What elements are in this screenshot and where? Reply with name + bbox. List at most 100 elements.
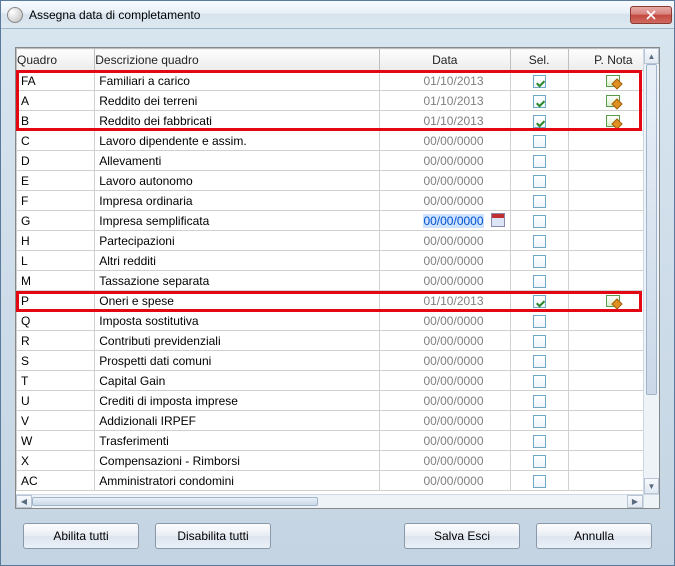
cell-data[interactable]: 00/00/0000 [380, 471, 510, 491]
cell-data[interactable]: 00/00/0000 [380, 451, 510, 471]
checkbox-sel[interactable] [533, 215, 546, 228]
cell-data[interactable]: 00/00/0000 [380, 431, 510, 451]
checkbox-sel[interactable] [533, 455, 546, 468]
cell-data[interactable]: 00/00/0000 [380, 231, 510, 251]
table-row[interactable]: VAddizionali IRPEF00/00/0000 [17, 411, 659, 431]
cell-quadro: H [17, 231, 95, 251]
checkbox-sel[interactable] [533, 95, 546, 108]
cell-descrizione: Tassazione separata [95, 271, 380, 291]
cell-data[interactable]: 00/00/0000 [380, 171, 510, 191]
checkbox-sel[interactable] [533, 115, 546, 128]
note-icon[interactable] [606, 115, 620, 127]
cell-data[interactable]: 00/00/0000 [380, 151, 510, 171]
table-row[interactable]: POneri e spese01/10/2013 [17, 291, 659, 311]
checkbox-sel[interactable] [533, 415, 546, 428]
note-icon[interactable] [606, 295, 620, 307]
cell-descrizione: Reddito dei terreni [95, 91, 380, 111]
col-header-quadro[interactable]: Quadro [17, 49, 95, 71]
table-row[interactable]: TCapital Gain00/00/0000 [17, 371, 659, 391]
checkbox-sel[interactable] [533, 175, 546, 188]
col-header-descrizione[interactable]: Descrizione quadro [95, 49, 380, 71]
col-header-data[interactable]: Data [380, 49, 510, 71]
close-button[interactable] [630, 6, 672, 24]
checkbox-sel[interactable] [533, 335, 546, 348]
table-row[interactable]: ACAmministratori condomini00/00/0000 [17, 471, 659, 491]
checkbox-sel[interactable] [533, 135, 546, 148]
table-row[interactable]: LAltri redditi00/00/0000 [17, 251, 659, 271]
cell-data[interactable]: 00/00/0000 [380, 331, 510, 351]
table-row[interactable]: FImpresa ordinaria00/00/0000 [17, 191, 659, 211]
checkbox-sel[interactable] [533, 295, 546, 308]
cell-sel [510, 311, 568, 331]
checkbox-sel[interactable] [533, 475, 546, 488]
table-row[interactable]: FAFamiliari a carico01/10/2013 [17, 71, 659, 91]
cell-data[interactable]: 01/10/2013 [380, 291, 510, 311]
table-row[interactable]: UCrediti di imposta imprese00/00/0000 [17, 391, 659, 411]
cell-data[interactable]: 00/00/0000 [380, 251, 510, 271]
col-header-sel[interactable]: Sel. [510, 49, 568, 71]
titlebar[interactable]: Assegna data di completamento [1, 1, 674, 29]
cell-data[interactable]: 00/00/0000 [380, 351, 510, 371]
cell-sel [510, 351, 568, 371]
vertical-scrollbar[interactable]: ▲ ▼ [643, 48, 659, 494]
checkbox-sel[interactable] [533, 275, 546, 288]
calendar-icon[interactable] [491, 213, 505, 227]
cell-data[interactable]: 01/10/2013 [380, 91, 510, 111]
checkbox-sel[interactable] [533, 155, 546, 168]
scroll-left-arrow[interactable]: ◀ [16, 495, 32, 508]
cell-descrizione: Allevamenti [95, 151, 380, 171]
table-row[interactable]: SProspetti dati comuni00/00/0000 [17, 351, 659, 371]
table-row[interactable]: DAllevamenti00/00/0000 [17, 151, 659, 171]
checkbox-sel[interactable] [533, 355, 546, 368]
cell-data[interactable]: 00/00/0000 [380, 131, 510, 151]
cell-data[interactable]: 00/00/0000 [380, 191, 510, 211]
checkbox-sel[interactable] [533, 315, 546, 328]
disable-all-button[interactable]: Disabilita tutti [155, 523, 271, 549]
hscroll-thumb[interactable] [32, 497, 318, 506]
checkbox-sel[interactable] [533, 195, 546, 208]
cell-data[interactable]: 00/00/0000 [380, 311, 510, 331]
table-row[interactable]: GImpresa semplificata00/00/0000 [17, 211, 659, 231]
cell-quadro: M [17, 271, 95, 291]
cell-descrizione: Familiari a carico [95, 71, 380, 91]
table-row[interactable]: RContributi previdenziali00/00/0000 [17, 331, 659, 351]
cell-descrizione: Contributi previdenziali [95, 331, 380, 351]
checkbox-sel[interactable] [533, 375, 546, 388]
checkbox-sel[interactable] [533, 235, 546, 248]
table-row[interactable]: MTassazione separata00/00/0000 [17, 271, 659, 291]
note-icon[interactable] [606, 75, 620, 87]
checkbox-sel[interactable] [533, 255, 546, 268]
cell-data[interactable]: 00/00/0000 [380, 211, 510, 231]
cell-data[interactable]: 00/00/0000 [380, 391, 510, 411]
table-row[interactable]: WTrasferimenti00/00/0000 [17, 431, 659, 451]
vscroll-thumb[interactable] [646, 64, 657, 395]
checkbox-sel[interactable] [533, 395, 546, 408]
scroll-down-arrow[interactable]: ▼ [644, 478, 659, 494]
table-row[interactable]: ELavoro autonomo00/00/0000 [17, 171, 659, 191]
checkbox-sel[interactable] [533, 435, 546, 448]
cell-quadro: R [17, 331, 95, 351]
enable-all-button[interactable]: Abilita tutti [23, 523, 139, 549]
cell-data[interactable]: 01/10/2013 [380, 71, 510, 91]
table-row[interactable]: XCompensazioni - Rimborsi00/00/0000 [17, 451, 659, 471]
cell-data[interactable]: 00/00/0000 [380, 411, 510, 431]
cell-quadro: U [17, 391, 95, 411]
table-row[interactable]: HPartecipazioni00/00/0000 [17, 231, 659, 251]
scroll-up-arrow[interactable]: ▲ [644, 48, 659, 64]
checkbox-sel[interactable] [533, 75, 546, 88]
save-exit-button[interactable]: Salva Esci [404, 523, 520, 549]
note-icon[interactable] [606, 95, 620, 107]
table-row[interactable]: CLavoro dipendente e assim.00/00/0000 [17, 131, 659, 151]
table-row[interactable]: BReddito dei fabbricati01/10/2013 [17, 111, 659, 131]
cell-sel [510, 291, 568, 311]
cell-data[interactable]: 00/00/0000 [380, 271, 510, 291]
cell-data[interactable]: 01/10/2013 [380, 111, 510, 131]
table-row[interactable]: QImposta sostitutiva00/00/0000 [17, 311, 659, 331]
cell-quadro: Q [17, 311, 95, 331]
cancel-button[interactable]: Annulla [536, 523, 652, 549]
table-row[interactable]: AReddito dei terreni01/10/2013 [17, 91, 659, 111]
horizontal-scrollbar[interactable]: ◀ ▶ [16, 494, 643, 508]
cell-data[interactable]: 00/00/0000 [380, 371, 510, 391]
scroll-right-arrow[interactable]: ▶ [627, 495, 643, 508]
date-input-active[interactable]: 00/00/0000 [423, 214, 483, 228]
